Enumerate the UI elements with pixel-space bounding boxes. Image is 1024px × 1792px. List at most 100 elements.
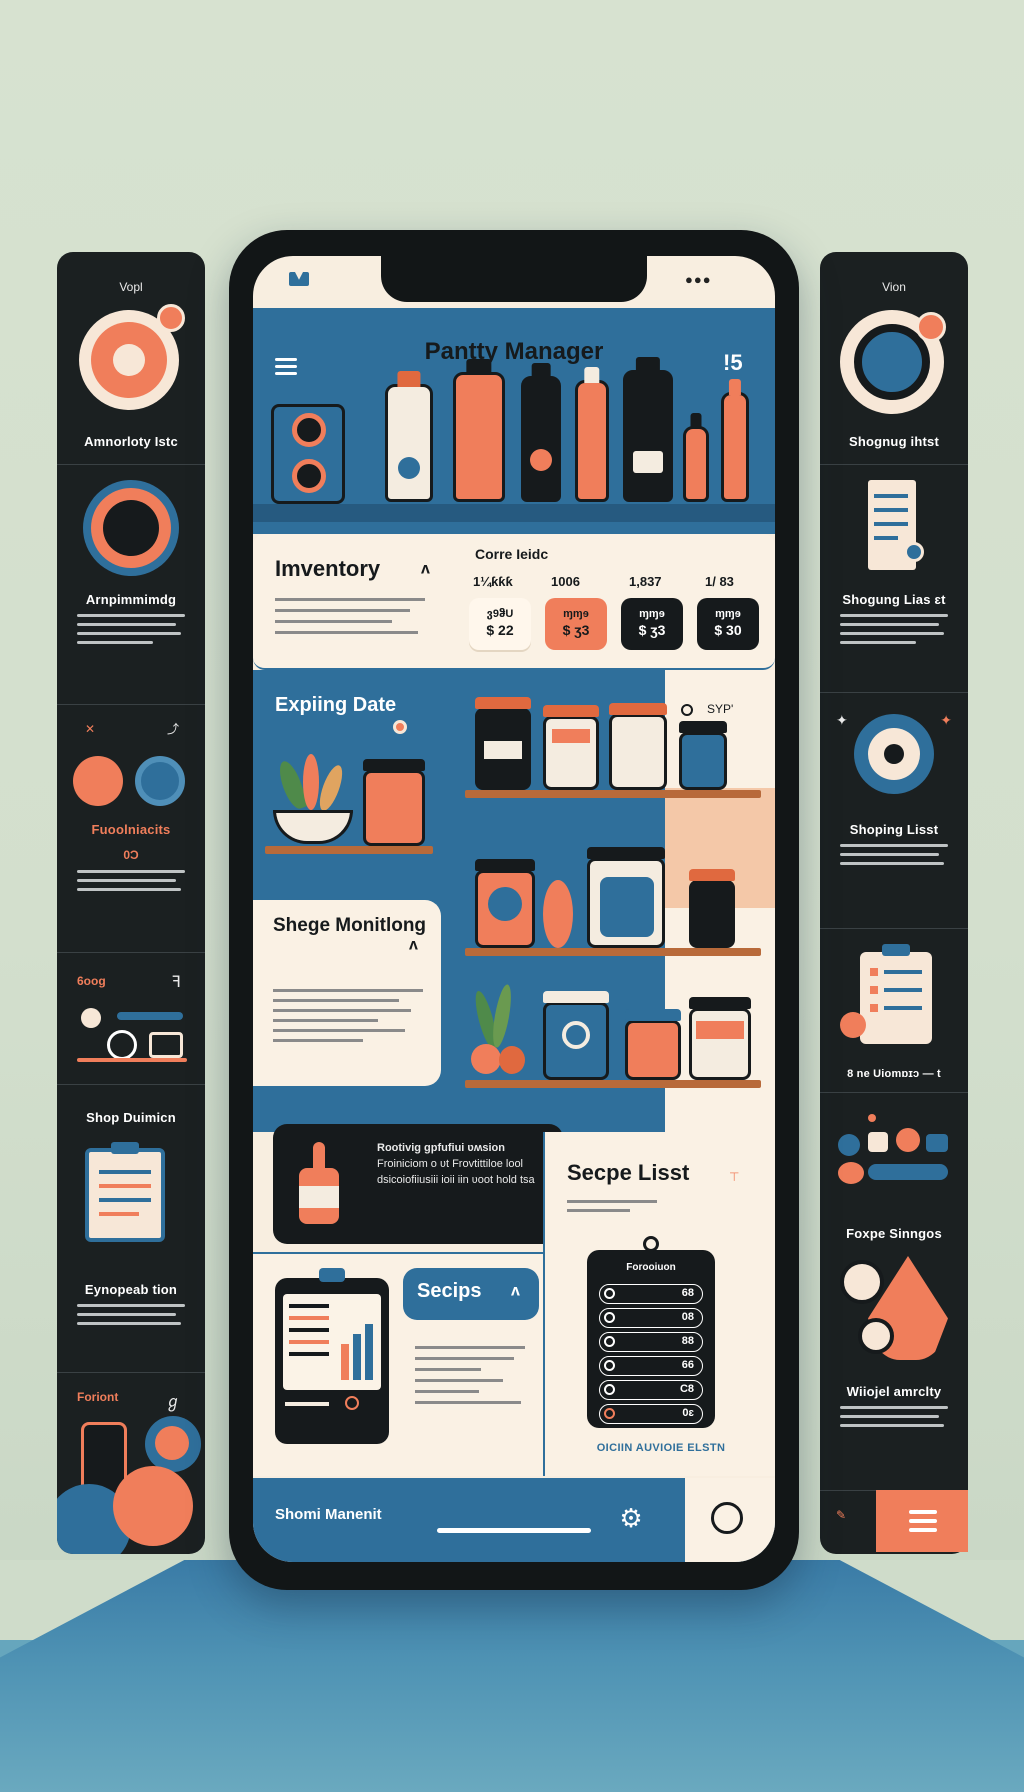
expiring-title: Expiing Date: [275, 694, 397, 716]
jar-5: [475, 859, 535, 948]
left-s3-lines: [77, 864, 185, 897]
inventory-col-1: 1¼ƙƙƙ: [473, 574, 513, 589]
right-menu-button[interactable]: [876, 1490, 968, 1552]
chevron-up-icon[interactable]: v: [421, 560, 430, 578]
inventory-col-2: 1006: [551, 574, 580, 589]
recipe-list-title: Secpe Lisst: [567, 1160, 690, 1185]
recipe-board: Forooiuon 68 08 88 66 C8 0ɛ: [587, 1236, 715, 1428]
inventory-pill-1[interactable]: ვ9ჵU $ 22: [469, 598, 531, 650]
oil-bottle-icon: [299, 1142, 341, 1226]
bottle-7: [721, 379, 749, 502]
recipes-title: Secips: [417, 1280, 482, 1302]
inventory-pill-2[interactable]: ɱɱɘ $ ʒ3: [545, 598, 607, 650]
left-s2-title: Arnpimmimdg: [85, 592, 177, 607]
recipes-card[interactable]: Secips v: [253, 1252, 543, 1476]
recipe-list-lines: [567, 1194, 657, 1218]
storage-monitoring-card[interactable]: Shege Monitlong v: [253, 900, 441, 1086]
right-panel-tag: Vion: [882, 280, 906, 294]
bottle-5: [623, 357, 673, 502]
left-s4-icon: ꟻ: [171, 974, 181, 991]
receipt-badge: [904, 542, 924, 562]
left-panel-tag: Vopl: [119, 280, 143, 294]
bottle-4: [575, 367, 609, 502]
fruit-inner-circle: [155, 1426, 189, 1460]
device-icon: [271, 404, 345, 504]
recipe-row-1[interactable]: 68: [599, 1284, 703, 1304]
shelf-4: [465, 1080, 761, 1088]
badge-dot: [157, 304, 185, 332]
left-s6-title: Eynopeab tion: [84, 1282, 178, 1297]
toggle-icon-right[interactable]: [135, 756, 185, 806]
jar-9: [689, 997, 751, 1080]
shelf-3: [465, 948, 761, 956]
gauge-center: [103, 500, 159, 556]
left-s5-title: Shop Duimicn: [86, 1110, 176, 1125]
recipes-button[interactable]: Secips v: [403, 1268, 539, 1320]
floor: [0, 1560, 1024, 1792]
recipes-lines: [415, 1338, 525, 1412]
left-s2-lines: [77, 608, 185, 650]
right-s6-lines: [840, 1400, 948, 1433]
bottle-3: [521, 363, 561, 502]
storage-chevron-icon[interactable]: v: [409, 936, 418, 954]
jar-2: [543, 705, 599, 790]
bottom-bar: Shomi Manenit ⚙: [253, 1478, 775, 1562]
right-s5-title: Foxpe Sinngos: [846, 1226, 942, 1241]
inventory-pill-4[interactable]: ɱɱɘ $ 30: [697, 598, 759, 650]
left-s3-title: Fuoolniacits: [91, 822, 171, 837]
right-s2-title: Shogung Lias ɛt: [842, 592, 946, 607]
profile-icon[interactable]: [711, 1502, 743, 1534]
notch: [381, 256, 647, 302]
shelf-2: [465, 790, 761, 798]
jar-carrots: [363, 759, 425, 846]
tip-text: Rootivig gpfufiui ʋʍsion Froiniciom o ʋt …: [377, 1142, 535, 1186]
recipe-list-card[interactable]: Secpe Lisst ⊤ Forooiuon 68 08 88 66 C8 0…: [543, 1132, 775, 1476]
spice-icon: [858, 1318, 894, 1354]
tablet-chart-icon: [275, 1268, 389, 1444]
plant-bowl-icon: [273, 754, 353, 844]
clipboard-icon: [85, 1142, 165, 1242]
bottle-6: [683, 413, 709, 502]
inventory-card[interactable]: Imventory v Corre Ieidc 1¼ƙƙƙ 1006 1,837…: [253, 534, 775, 670]
menu-icon[interactable]: [275, 354, 297, 379]
recipe-list-footer[interactable]: OICIIN AUVIOIE ELSTN: [545, 1442, 775, 1454]
right-s2-lines: [840, 608, 948, 650]
inventory-col-4: 1/ 83: [705, 574, 734, 589]
clock-icon: [681, 704, 693, 716]
pin-icon: [393, 720, 407, 734]
phone-screen: ●●● Pantty Manager !5 Imventory v Corre …: [253, 256, 775, 1562]
left-s7-icon: ℊ: [164, 1394, 181, 1411]
link-icon[interactable]: ⤴: [57, 720, 205, 737]
jar-7: [543, 991, 609, 1080]
herbs-icon: [465, 983, 533, 1080]
berry-box: [587, 847, 665, 948]
hero-shelf: [253, 504, 775, 522]
gear-icon[interactable]: ⚙: [617, 1504, 645, 1532]
shelf-1: [265, 846, 433, 854]
right-s3-lines: [840, 838, 948, 871]
recipe-row-2[interactable]: 08: [599, 1308, 703, 1328]
jar-1: [475, 697, 531, 790]
recipe-row-3[interactable]: 88: [599, 1332, 703, 1352]
inventory-pill-3[interactable]: ɱɱɘ $ ʒ3: [621, 598, 683, 650]
jar-3: [609, 703, 667, 790]
jar-4: [679, 721, 727, 790]
home-indicator[interactable]: [437, 1528, 591, 1533]
hero-banner: Pantty Manager !5: [253, 308, 775, 534]
inventory-columns-head: Corre Ieidc: [475, 546, 549, 562]
toggle-icon-left[interactable]: [73, 756, 123, 806]
left-s3-sub: 0Ɔ: [123, 848, 139, 862]
veg-icon: [543, 880, 573, 948]
storage-title: Shege Monitlong: [273, 915, 427, 936]
bottom-title[interactable]: Shomi Manenit: [275, 1506, 382, 1523]
left-s6-lines: [77, 1298, 185, 1331]
recipes-chevron-icon[interactable]: v: [511, 1282, 520, 1300]
tip-card[interactable]: Rootivig gpfufiui ʋʍsion Froiniciom o ʋt …: [273, 1124, 563, 1244]
inventory-lines: [275, 590, 425, 642]
hero-badge[interactable]: !5: [723, 350, 743, 376]
left-side-panel: Vopl Amnorloty Istc Arnpimmimdg ✕ ⤴ Fuoo…: [57, 252, 205, 1554]
recipe-row-5[interactable]: C8: [599, 1380, 703, 1400]
recipe-row-6[interactable]: 0ɛ: [599, 1404, 703, 1424]
left-s1-title: Amnorloty Istc: [84, 434, 178, 449]
recipe-row-4[interactable]: 66: [599, 1356, 703, 1376]
